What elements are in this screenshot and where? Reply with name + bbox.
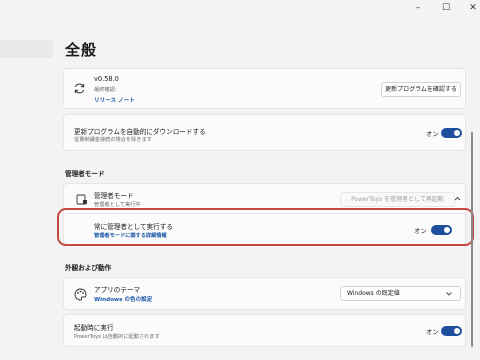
release-notes-link[interactable]: リリース ノート <box>94 96 135 104</box>
scrollbar[interactable] <box>471 132 473 347</box>
startup-toggle[interactable] <box>441 326 462 336</box>
admin-mode-subtitle: 管理者として実行中 <box>94 202 141 208</box>
title-bar: – ☐ ✕ <box>0 0 480 16</box>
admin-shield-icon <box>76 194 87 205</box>
version-number: v0.58.0 <box>94 75 119 83</box>
admin-section-header: 管理者モード <box>65 170 105 178</box>
version-card: v0.58.0 最終確認: リリース ノート 更新プログラムを確認する <box>63 68 466 109</box>
chevron-up-icon[interactable] <box>454 196 461 201</box>
highlight-annotation <box>57 208 474 246</box>
auto-download-subtitle: 従量制課金接続の場合を除きます <box>74 137 152 143</box>
minimize-icon: – <box>415 3 421 13</box>
admin-mode-title: 管理者モード <box>94 192 134 200</box>
close-button[interactable]: ✕ <box>459 0 480 16</box>
page-title: 全般 <box>65 41 98 59</box>
run-at-startup-title: 起動時に実行 <box>74 324 114 332</box>
run-at-startup-subtitle: PowerToys は自動的に起動されます <box>74 334 160 340</box>
auto-download-toggle-label: オン <box>426 130 439 138</box>
toggle-knob <box>454 130 460 136</box>
minimize-button[interactable]: – <box>404 0 432 16</box>
close-icon: ✕ <box>469 3 477 13</box>
app-theme-card: アプリのテーマ Windows の色の設定 Windows の既定値 <box>63 277 466 310</box>
theme-select-value: Windows の既定値 <box>347 290 400 297</box>
windows-color-settings-link[interactable]: Windows の色の設定 <box>94 295 152 303</box>
maximize-icon: ☐ <box>441 3 451 13</box>
app-theme-title: アプリのテーマ <box>94 286 141 294</box>
toggle-knob <box>454 328 460 334</box>
auto-download-card: 更新プログラムを自動的にダウンロードする 従量制課金接続の場合を除きます オン <box>63 114 466 151</box>
chevron-down-icon <box>446 292 452 296</box>
sidebar-item-general[interactable] <box>0 40 53 58</box>
last-checked-label: 最終確認: <box>94 87 117 93</box>
maximize-button[interactable]: ☐ <box>432 0 460 16</box>
restart-as-admin-button[interactable]: PowerToys を管理者として再起動 <box>340 192 455 207</box>
refresh-icon <box>74 83 85 94</box>
startup-toggle-label: オン <box>426 328 439 336</box>
auto-download-toggle[interactable] <box>441 128 462 138</box>
palette-icon <box>74 288 87 301</box>
check-updates-button[interactable]: 更新プログラムを確認する <box>381 82 461 97</box>
appearance-section-header: 外観および動作 <box>65 264 112 272</box>
auto-download-title: 更新プログラムを自動的にダウンロードする <box>74 128 206 136</box>
run-at-startup-card: 起動時に実行 PowerToys は自動的に起動されます オン <box>63 314 466 347</box>
theme-select[interactable]: Windows の既定値 <box>340 286 461 301</box>
